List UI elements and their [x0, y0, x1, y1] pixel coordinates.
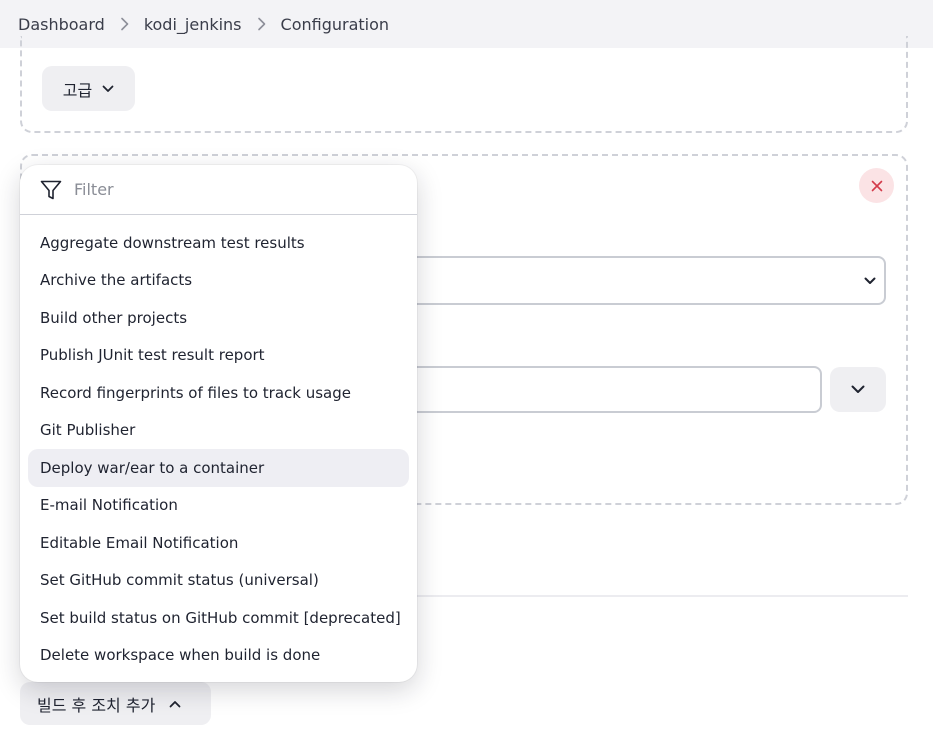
- chevron-down-icon: [102, 85, 114, 93]
- post-build-action-dropdown: Aggregate downstream test results Archiv…: [20, 165, 417, 682]
- filter-row: [20, 165, 417, 215]
- menu-item-build-other-projects[interactable]: Build other projects: [28, 299, 409, 337]
- menu-item-archive-artifacts[interactable]: Archive the artifacts: [28, 262, 409, 300]
- menu-item-git-publisher[interactable]: Git Publisher: [28, 412, 409, 450]
- chevron-right-icon: [257, 17, 266, 31]
- advanced-button-label: 고급: [62, 80, 93, 100]
- build-step-section: [20, 36, 908, 133]
- section-text-input[interactable]: [400, 366, 822, 413]
- menu-item-delete-workspace[interactable]: Delete workspace when build is done: [28, 637, 409, 675]
- divider: [400, 595, 908, 597]
- chevron-up-icon: [169, 700, 181, 708]
- menu-item-editable-email[interactable]: Editable Email Notification: [28, 524, 409, 562]
- advanced-button[interactable]: 고급: [42, 66, 135, 111]
- filter-input[interactable]: [74, 180, 374, 199]
- menu-item-publish-junit[interactable]: Publish JUnit test result report: [28, 337, 409, 375]
- chevron-down-icon: [851, 385, 865, 394]
- menu-item-email-notification[interactable]: E-mail Notification: [28, 487, 409, 525]
- breadcrumb-item-dashboard[interactable]: Dashboard: [18, 15, 105, 34]
- delete-section-button[interactable]: [859, 168, 894, 203]
- expand-button[interactable]: [830, 367, 886, 412]
- menu-item-github-commit-status[interactable]: Set GitHub commit status (universal): [28, 562, 409, 600]
- filter-icon: [40, 180, 62, 200]
- menu-item-aggregate-downstream[interactable]: Aggregate downstream test results: [28, 224, 409, 262]
- close-icon: [871, 180, 883, 192]
- menu-item-github-build-status[interactable]: Set build status on GitHub commit [depre…: [28, 599, 409, 637]
- breadcrumb-item-job[interactable]: kodi_jenkins: [144, 15, 242, 34]
- menu-item-record-fingerprints[interactable]: Record fingerprints of files to track us…: [28, 374, 409, 412]
- section-select[interactable]: [400, 256, 886, 305]
- chevron-right-icon: [120, 17, 129, 31]
- menu-list: Aggregate downstream test results Archiv…: [20, 215, 417, 674]
- add-post-build-action-button[interactable]: 빌드 후 조치 추가: [20, 682, 211, 725]
- add-post-build-action-label: 빌드 후 조치 추가: [37, 695, 156, 715]
- breadcrumb-item-configuration[interactable]: Configuration: [281, 15, 390, 34]
- chevron-down-icon: [864, 277, 876, 285]
- menu-item-deploy-war-ear[interactable]: Deploy war/ear to a container: [28, 449, 409, 487]
